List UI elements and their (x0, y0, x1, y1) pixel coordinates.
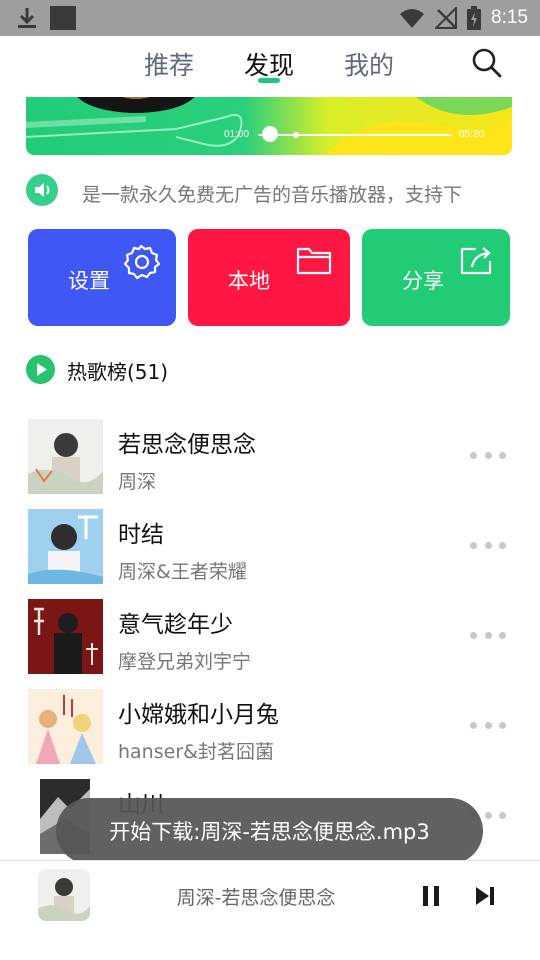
song-artist: hanser&封茗囧菌 (118, 741, 274, 763)
banner-artwork (26, 97, 512, 155)
speaker-icon (26, 174, 58, 206)
notice-marquee: 是一款永久免费无广告的音乐播放器，支持下 (26, 172, 512, 208)
next-track-icon[interactable] (472, 884, 498, 908)
album-cover (28, 599, 103, 674)
local-label: 本地 (228, 269, 270, 293)
play-all-icon[interactable] (26, 355, 55, 384)
gear-icon (123, 244, 160, 280)
album-cover (28, 689, 103, 764)
wifi-icon (400, 9, 425, 28)
song-row[interactable]: 若思念便思念 周深 (0, 419, 540, 509)
song-artist: 摩登兄弟刘宇宁 (118, 651, 252, 673)
settings-label: 设置 (68, 269, 110, 293)
song-row[interactable]: 小嫦娥和小月兔 hanser&封茗囧菌 (0, 689, 540, 779)
status-time: 8:15 (491, 7, 528, 28)
settings-card[interactable]: 设置 (28, 229, 176, 326)
tab-mine[interactable]: 我的 (344, 46, 394, 82)
active-tab-indicator (258, 78, 280, 83)
battery-charging-icon (467, 6, 482, 30)
album-cover (28, 419, 103, 494)
song-title: 小嫦娥和小月兔 (118, 702, 279, 728)
download-toast: 开始下载:周深-若思念便思念.mp3 (56, 798, 483, 864)
status-bar: 8:15 (0, 0, 540, 36)
more-options-icon[interactable] (470, 719, 506, 731)
folder-icon (296, 247, 332, 275)
banner-time-end: 05:20 (459, 129, 485, 140)
song-artist: 周深 (118, 471, 157, 493)
section-title: 热歌榜(51) (67, 360, 169, 384)
pause-icon[interactable] (419, 884, 445, 908)
more-options-icon[interactable] (470, 629, 506, 641)
notice-text: 是一款永久免费无广告的音乐播放器，支持下 (82, 184, 463, 206)
tab-recommend[interactable]: 推荐 (144, 46, 194, 82)
tab-discover[interactable]: 发现 (244, 46, 294, 82)
local-card[interactable]: 本地 (188, 229, 350, 326)
promo-banner[interactable]: 01:00 05:20 (26, 97, 512, 155)
banner-time-start: 01:00 (224, 129, 250, 140)
song-title: 时结 (118, 522, 164, 548)
search-icon[interactable] (470, 46, 504, 80)
no-signal-icon (435, 7, 458, 29)
more-options-icon[interactable] (470, 539, 506, 551)
song-title: 意气趁年少 (118, 612, 233, 638)
song-title: 若思念便思念 (118, 432, 256, 458)
share-card[interactable]: 分享 (362, 229, 510, 326)
mini-player[interactable]: 周深-若思念便思念 (0, 860, 540, 960)
more-options-icon[interactable] (470, 449, 506, 461)
song-row[interactable]: 时结 周深&王者荣耀 (0, 509, 540, 599)
share-icon (460, 247, 492, 275)
song-artist: 周深&王者荣耀 (118, 561, 247, 583)
app-square-icon (50, 6, 76, 30)
share-label: 分享 (402, 269, 444, 293)
album-cover (28, 509, 103, 584)
song-row[interactable]: 意气趁年少 摩登兄弟刘宇宁 (0, 599, 540, 689)
top-tab-bar: 推荐 发现 我的 (0, 36, 540, 96)
download-icon (18, 8, 36, 28)
